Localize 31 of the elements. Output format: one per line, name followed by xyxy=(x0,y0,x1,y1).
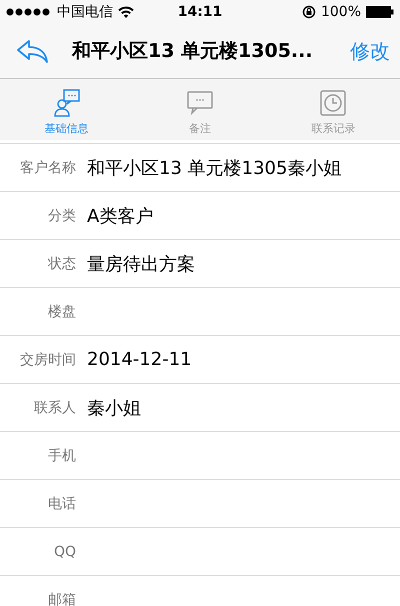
field-label: 邮箱 xyxy=(47,590,76,606)
field-label: 楼盘 xyxy=(47,302,76,320)
tab[interactable]: 基础信息 xyxy=(0,79,134,140)
battery-percent: 100% xyxy=(320,4,361,20)
field-value: A类客户 xyxy=(87,204,154,228)
field-label: QQ xyxy=(52,544,76,560)
field-label: 手机 xyxy=(47,446,76,464)
field-label: 状态 xyxy=(47,254,76,272)
clock-icon xyxy=(319,89,348,117)
field-label: 交房时间 xyxy=(19,350,76,368)
rotation-lock-icon xyxy=(302,5,316,19)
page-title: 和平小区13 单元楼1305... xyxy=(72,39,314,64)
field-label: 联系人 xyxy=(33,398,76,416)
field-label: 分类 xyxy=(47,206,76,224)
tab[interactable]: 备注 xyxy=(133,79,267,140)
back-button[interactable] xyxy=(16,39,50,63)
field-label: 电话 xyxy=(47,494,76,512)
tab[interactable]: 联系记录 xyxy=(266,79,400,140)
battery-icon xyxy=(366,6,394,18)
field-label: 客户名称 xyxy=(19,158,76,176)
signal-icon xyxy=(6,8,52,16)
person-chat-icon xyxy=(52,89,81,117)
speech-bubble-icon xyxy=(186,89,214,117)
field-value: 量房待出方案 xyxy=(87,252,195,276)
field-value: 秦小姐 xyxy=(87,396,141,420)
carrier-name: 中国电信 xyxy=(57,3,113,21)
wifi-icon xyxy=(118,6,134,18)
field-value: 2014-12-11 xyxy=(87,349,192,370)
field-value: 和平小区13 单元楼1305秦小姐 xyxy=(87,156,342,180)
edit-button[interactable]: 修改 xyxy=(346,38,394,64)
clock-time: 14:11 xyxy=(178,4,222,20)
